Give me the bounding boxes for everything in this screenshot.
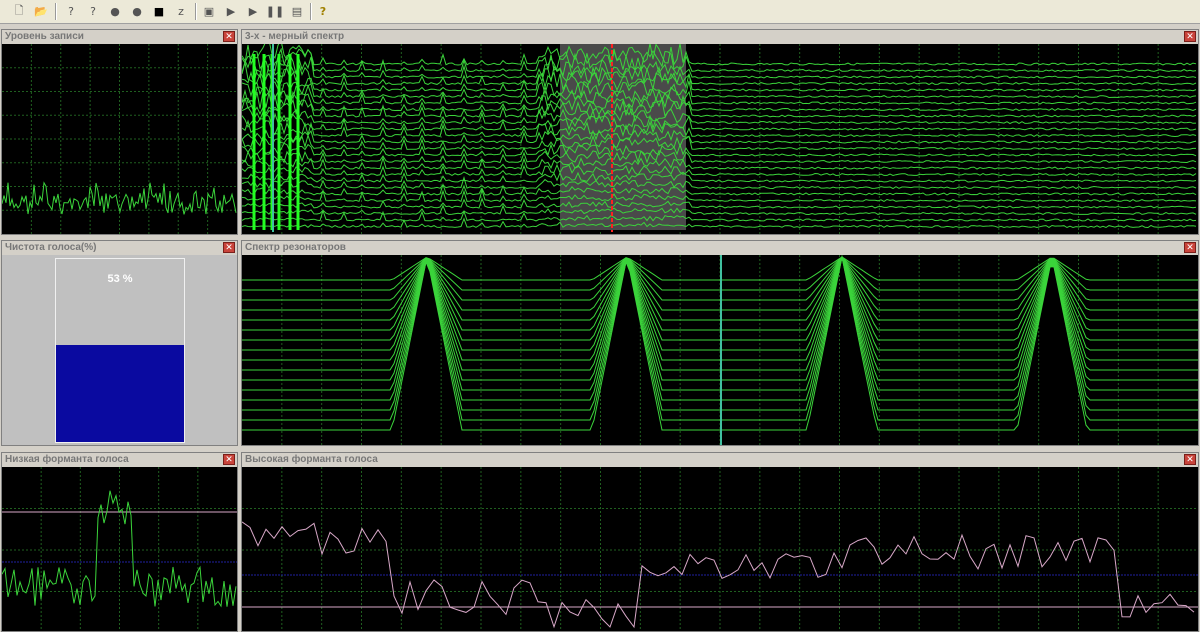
new-file-icon[interactable]: 🗋 [10, 2, 28, 20]
record-dot-glyph: ● [110, 4, 120, 18]
high-formant-trace [242, 521, 1195, 629]
help-glyph: ? [319, 4, 327, 18]
close-icon[interactable]: ✕ [223, 31, 235, 42]
close-icon[interactable]: ✕ [223, 242, 235, 253]
export-icon[interactable]: ▣ [200, 2, 218, 20]
voice-purity-body: 53 % [2, 255, 237, 445]
help-person-2-icon[interactable]: ? [84, 2, 102, 20]
help-icon[interactable]: ? [314, 2, 332, 20]
close-icon[interactable]: ✕ [1184, 242, 1196, 253]
level-trace [2, 181, 237, 215]
play-2-glyph: ▶ [248, 4, 258, 18]
toolbar: 🗋 📂 ? ? ● ● ■ z ▣ ▶ ▶ ❚❚ ▤ ? [0, 0, 1200, 24]
high-formant-graph [242, 467, 1198, 631]
spectrum-row-trace [242, 47, 1197, 73]
resonator-spectrum-graph [242, 255, 1198, 445]
play-glyph: ▶ [226, 4, 236, 18]
record-dot-icon[interactable]: ● [106, 2, 124, 20]
spectrum-3d-panel: 3-х - мерный спектр ✕ [241, 29, 1199, 235]
export-glyph: ▣ [203, 4, 215, 18]
zoom-glyph: z [178, 4, 184, 18]
open-folder-glyph: 📂 [34, 4, 48, 18]
voice-purity-panel: Чистота голоса(%) ✕ 53 % [1, 240, 238, 446]
pause-glyph: ❚❚ [265, 4, 285, 18]
stop-glyph: ■ [153, 4, 165, 18]
spectrum-row-trace [242, 68, 1197, 92]
panel-title: Уровень записи [2, 30, 237, 44]
panel-title: Спектр резонаторов [242, 241, 1198, 255]
low-formant-plot [2, 467, 237, 631]
toolbar-separator [310, 3, 312, 20]
spectrum-row-trace [242, 208, 1197, 222]
low-formant-panel: Низкая форманта голоса ✕ [1, 452, 238, 632]
help-person-glyph: ? [68, 4, 74, 18]
spectrum-3d-graph[interactable] [242, 44, 1198, 234]
purity-gauge-fill [56, 345, 184, 442]
zoom-icon[interactable]: z [172, 2, 190, 20]
purity-gauge: 53 % [55, 258, 185, 443]
document-icon[interactable]: ▤ [288, 2, 306, 20]
spectrum-3d-plot [242, 44, 1198, 234]
recording-level-graph [2, 44, 237, 234]
help-person-icon[interactable]: ? [62, 2, 80, 20]
play-2-icon[interactable]: ▶ [244, 2, 262, 20]
record-dot-2-icon[interactable]: ● [128, 2, 146, 20]
play-icon[interactable]: ▶ [222, 2, 240, 20]
panel-title: Чистота голоса(%) [2, 241, 237, 255]
resonator-spectrum-panel: Спектр резонаторов ✕ [241, 240, 1199, 446]
open-folder-icon[interactable]: 📂 [32, 2, 50, 20]
spectrum-row-trace [242, 183, 1197, 196]
pause-icon[interactable]: ❚❚ [266, 2, 284, 20]
record-dot-2-glyph: ● [132, 4, 142, 18]
toolbar-separator [195, 3, 197, 20]
close-icon[interactable]: ✕ [223, 454, 235, 465]
resonator-spectrum-plot [242, 255, 1198, 445]
low-formant-graph [2, 467, 237, 631]
high-formant-plot [242, 467, 1198, 631]
high-formant-panel: Высокая форманта голоса ✕ [241, 452, 1199, 632]
new-file-glyph: 🗋 [14, 3, 24, 17]
spectrum-row-trace [242, 217, 1197, 229]
panel-title: 3-х - мерный спектр [242, 30, 1198, 44]
stop-icon[interactable]: ■ [150, 2, 168, 20]
recording-level-panel: Уровень записи ✕ [1, 29, 238, 235]
panel-title: Низкая форманта голоса [2, 453, 237, 467]
close-icon[interactable]: ✕ [1184, 31, 1196, 42]
document-glyph: ▤ [291, 4, 303, 18]
panel-title: Высокая форманта голоса [242, 453, 1198, 467]
purity-value: 53 % [107, 273, 133, 285]
close-icon[interactable]: ✕ [1184, 454, 1196, 465]
help-person-2-glyph: ? [90, 4, 96, 18]
spectrum-row-trace [242, 44, 1197, 66]
toolbar-separator [55, 3, 57, 20]
recording-level-plot [2, 44, 237, 234]
